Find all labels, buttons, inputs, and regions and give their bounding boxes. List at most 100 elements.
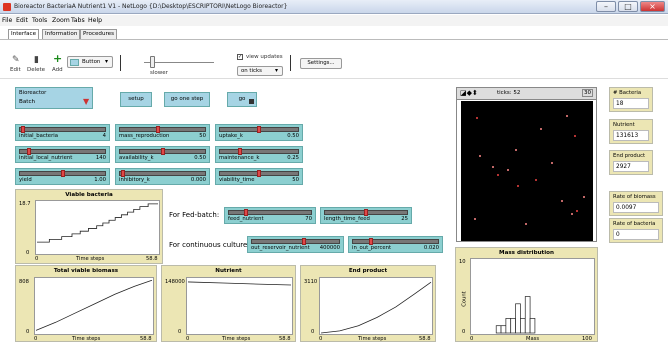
menu-help[interactable]: Help xyxy=(88,17,102,24)
y-min-label: 0 xyxy=(311,329,315,335)
slider-knob[interactable] xyxy=(368,238,373,245)
netlogo-app-icon xyxy=(3,3,11,11)
slider-label: feed_nutrient xyxy=(228,216,264,222)
slider-knob[interactable] xyxy=(244,209,248,216)
slider-value: 25 xyxy=(401,216,408,222)
x-axis-label: Time steps xyxy=(222,336,251,342)
x-min-label: 0 xyxy=(186,336,190,342)
bacterium-agent xyxy=(582,196,585,199)
view-controls-icon[interactable]: ◪◆⬍ xyxy=(460,89,478,97)
slider-track xyxy=(19,127,106,132)
x-axis-label: Time steps xyxy=(72,336,101,342)
slider-knob[interactable] xyxy=(21,126,26,133)
bacterium-agent xyxy=(571,212,574,215)
plot-svg xyxy=(320,281,432,334)
bioreactor-chooser[interactable]: Bioreactor Batch ▼ xyxy=(15,87,93,109)
menu-zoom[interactable]: Zoom xyxy=(52,17,70,24)
minimize-button[interactable]: – xyxy=(596,1,616,12)
add-button[interactable]: Add xyxy=(52,67,63,73)
slider-knob[interactable] xyxy=(156,126,161,133)
bacterium-agent xyxy=(550,162,553,165)
bacterium-agent xyxy=(576,209,579,212)
plot-viable-bacteria: Viable bacteria 18.7 0 0 Time steps 58.8 xyxy=(15,189,163,264)
view-updates-checkbox[interactable]: ✓ xyxy=(237,54,243,60)
settings-button[interactable]: Settings... xyxy=(300,58,342,69)
series-line xyxy=(187,281,292,286)
widget-type-dropdown[interactable]: Button ▾ xyxy=(67,56,113,68)
slider-value: 0.50 xyxy=(287,133,299,139)
slider-feed-nutrient[interactable]: feed_nutrient 70 xyxy=(224,207,316,224)
delete-button[interactable]: Delete xyxy=(27,67,45,73)
slider-track xyxy=(352,239,439,244)
slider-yield[interactable]: yield 1.00 xyxy=(15,168,110,185)
plot-area xyxy=(35,200,160,255)
slider-track xyxy=(19,149,106,154)
widget-type-label: Button xyxy=(82,59,101,65)
add-icon[interactable]: + xyxy=(53,52,62,65)
tab-information[interactable]: Information xyxy=(42,29,81,39)
x-min-label: 0 xyxy=(470,336,474,342)
slider-out-reservoir-nutrient[interactable]: out_reservoir_nutrient 400000 xyxy=(247,236,344,253)
monitor-value: 2927 xyxy=(613,161,649,172)
histogram-bar xyxy=(529,318,536,334)
menu-file[interactable]: File xyxy=(2,17,12,24)
world-view[interactable]: ◪◆⬍ ticks: 52 30 xyxy=(456,87,597,242)
slider-knob[interactable] xyxy=(257,126,261,133)
tab-interface[interactable]: Interface xyxy=(8,29,40,39)
setup-button[interactable]: setup xyxy=(120,92,152,107)
slider-uptake-k[interactable]: uptake_k 0.50 xyxy=(215,124,303,141)
slider-maintenance-k[interactable]: maintenance_k 0.25 xyxy=(215,146,303,163)
slider-knob[interactable] xyxy=(364,209,368,216)
slider-length-time-feed[interactable]: length_time_feed 25 xyxy=(320,207,412,224)
menu-edit[interactable]: Edit xyxy=(16,17,28,24)
slider-initial-bacteria[interactable]: initial_bacteria 4 xyxy=(15,124,110,141)
update-mode-dropdown[interactable]: on ticks ▾ xyxy=(237,66,283,76)
slider-availability-k[interactable]: availability_k 0.50 xyxy=(115,146,210,163)
slider-knob[interactable] xyxy=(302,238,306,245)
slider-label: availability_k xyxy=(119,155,154,161)
plot-title: Total viable biomass xyxy=(53,268,119,274)
slider-viability-time[interactable]: viability_time 50 xyxy=(215,168,303,185)
plot-title: End product xyxy=(348,268,388,274)
go-button-label: go xyxy=(238,96,246,102)
zoom-box[interactable]: 30 xyxy=(582,89,593,97)
go-button[interactable]: go xyxy=(227,92,257,107)
maximize-button[interactable]: □ xyxy=(618,1,638,12)
slider-value: 70 xyxy=(305,216,312,222)
x-max-label: 100 xyxy=(582,336,592,342)
slider-value: 0.50 xyxy=(194,155,206,161)
slider-knob[interactable] xyxy=(160,148,165,155)
slider-mass-reproduction[interactable]: mass_reproduction 50 xyxy=(115,124,210,141)
slider-knob[interactable] xyxy=(121,170,126,177)
slider-in-out-percent[interactable]: in_out_percent 0.020 xyxy=(348,236,443,253)
bacterium-agent xyxy=(540,128,543,131)
monitor-value: 0.0097 xyxy=(613,202,659,213)
menu-tabs[interactable]: Tabs xyxy=(71,17,85,24)
go-one-step-button[interactable]: go one step xyxy=(164,92,210,107)
x-axis-label: Mass xyxy=(526,336,540,342)
world-canvas[interactable] xyxy=(461,101,593,241)
chooser-label: Bioreactor xyxy=(19,90,47,96)
slider-knob[interactable] xyxy=(257,170,261,177)
speed-slider-knob[interactable] xyxy=(150,56,155,68)
series-line xyxy=(320,281,432,334)
bacterium-agent xyxy=(478,155,481,158)
update-mode-value: on ticks xyxy=(241,68,262,74)
slider-knob[interactable] xyxy=(238,148,242,155)
close-button[interactable]: × xyxy=(640,1,665,12)
forever-icon xyxy=(249,99,254,104)
slider-knob[interactable] xyxy=(27,148,32,155)
pencil-icon[interactable]: ✎ xyxy=(12,55,20,65)
slider-label: maintenance_k xyxy=(219,155,260,161)
slider-inhibitory-k[interactable]: inhibitory_k 0.000 xyxy=(115,168,210,185)
slider-initial-local-nutrient[interactable]: initial_local_nutrient 140 xyxy=(15,146,110,163)
trash-icon[interactable]: ▮ xyxy=(34,55,39,65)
menu-tools[interactable]: Tools xyxy=(32,17,47,24)
tab-procedures[interactable]: Procedures xyxy=(80,29,118,39)
x-max-label: 58.8 xyxy=(146,256,158,262)
slider-knob[interactable] xyxy=(60,170,65,177)
x-max-label: 58.8 xyxy=(419,336,431,342)
bacterium-agent xyxy=(473,217,476,220)
edit-button[interactable]: Edit xyxy=(10,67,21,73)
plot-svg xyxy=(35,279,153,331)
